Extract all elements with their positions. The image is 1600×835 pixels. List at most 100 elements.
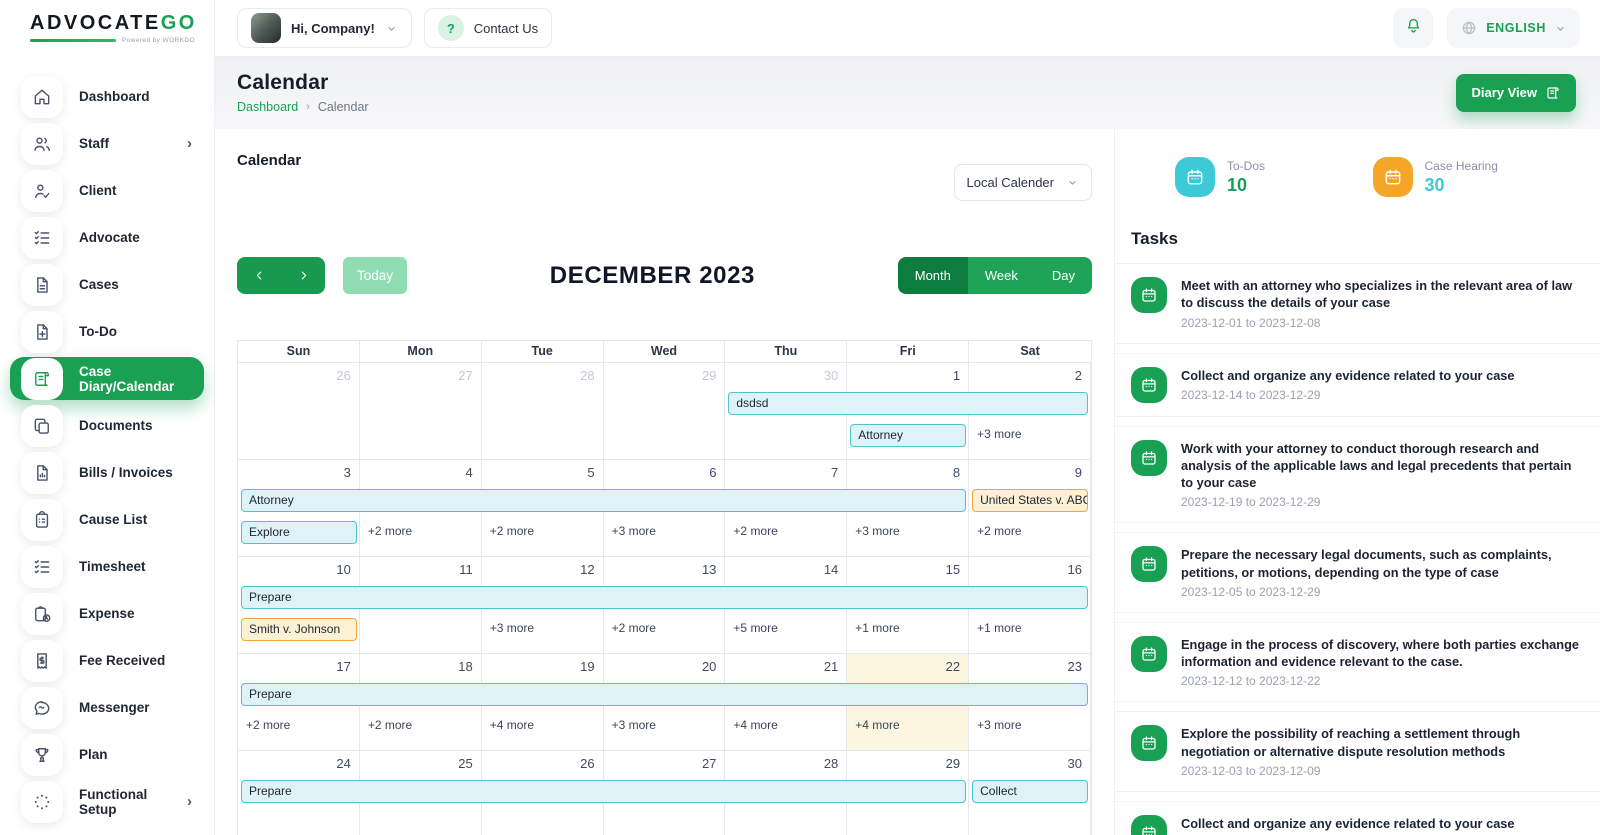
logo-tagline: Powered by WORKDO xyxy=(122,37,195,44)
sidebar-item-expense[interactable]: Expense xyxy=(10,592,204,635)
breadcrumb: Dashboard Calendar xyxy=(237,100,369,114)
sidebar-item-functional-setup[interactable]: Functional Setup› xyxy=(10,780,204,823)
sidebar-item-client[interactable]: Client xyxy=(10,169,204,212)
more-events-link[interactable]: +2 more xyxy=(977,524,1021,538)
view-week-button[interactable]: Week xyxy=(968,257,1035,294)
sidebar-item-documents[interactable]: Documents xyxy=(10,404,204,447)
more-events-link[interactable]: +4 more xyxy=(855,718,899,732)
sidebar-item-label: Advocate xyxy=(79,230,140,245)
view-month-button[interactable]: Month xyxy=(898,257,968,294)
more-events-link[interactable]: +2 more xyxy=(368,524,412,538)
right-panel: To-Dos10Case Hearing30 Tasks Meet with a… xyxy=(1115,129,1600,835)
more-events-link[interactable]: +2 more xyxy=(490,524,534,538)
sidebar-item-plan[interactable]: Plan xyxy=(10,733,204,776)
task-item[interactable]: Meet with an attorney who specializes in… xyxy=(1115,263,1600,344)
more-events-link[interactable]: +1 more xyxy=(977,621,1021,635)
sidebar-item-case-diary-calendar[interactable]: Case Diary/Calendar xyxy=(10,357,204,400)
task-item[interactable]: Explore the possibility of reaching a se… xyxy=(1115,711,1600,792)
calendar-event[interactable]: Attorney xyxy=(241,489,966,512)
more-events-link[interactable]: +3 more xyxy=(612,718,656,732)
more-events-link[interactable]: +3 more xyxy=(977,718,1021,732)
more-events-link[interactable]: +2 more xyxy=(612,621,656,635)
calendar-week-row: 17181920212223Prepare+2 more+2 more+4 mo… xyxy=(238,654,1091,751)
logo-text: ADVOCATEGO xyxy=(30,13,214,33)
sidebar-item-fee-received[interactable]: Fee Received xyxy=(10,639,204,682)
sidebar-item-messenger[interactable]: Messenger xyxy=(10,686,204,729)
task-title: Meet with an attorney who specializes in… xyxy=(1181,277,1584,312)
task-item[interactable]: Collect and organize any evidence relate… xyxy=(1115,353,1600,417)
diary-view-button[interactable]: Diary View xyxy=(1456,74,1576,112)
more-events-link[interactable]: +3 more xyxy=(977,427,1021,441)
sidebar-item-cases[interactable]: Cases xyxy=(10,263,204,306)
more-events-link[interactable]: +4 more xyxy=(733,718,777,732)
calendar-event[interactable]: Attorney xyxy=(850,424,966,447)
calendar-month-title: DECEMBER 2023 xyxy=(407,262,898,290)
more-events-link[interactable]: +3 more xyxy=(855,524,899,538)
clipboard-icon xyxy=(21,499,63,541)
notifications-button[interactable] xyxy=(1393,8,1433,48)
calendar-event[interactable]: Collect xyxy=(972,780,1088,803)
day-cell[interactable]: 29 xyxy=(604,363,726,459)
calendar-event[interactable]: Prepare xyxy=(241,586,1088,609)
calendar-grid: SunMonTueWedThuFriSat 262728293012dsdsdA… xyxy=(237,340,1092,835)
more-events-link[interactable]: +2 more xyxy=(368,718,412,732)
calendar-source-select[interactable]: Local Calender xyxy=(954,164,1092,201)
calendar-event[interactable]: Prepare xyxy=(241,683,1088,706)
task-text: Prepare the necessary legal documents, s… xyxy=(1181,546,1584,599)
sidebar-item-staff[interactable]: Staff› xyxy=(10,122,204,165)
calendar-event[interactable]: Prepare xyxy=(241,780,966,803)
task-dates: 2023-12-14 to 2023-12-29 xyxy=(1181,388,1515,402)
more-events-link[interactable]: +3 more xyxy=(490,621,534,635)
calendar-event[interactable]: Explore xyxy=(241,521,357,544)
next-month-button[interactable] xyxy=(281,257,325,294)
day-cell[interactable]: 27 xyxy=(360,363,482,459)
breadcrumb-separator-icon xyxy=(306,101,310,113)
stat-label: To-Dos xyxy=(1227,159,1265,173)
task-title: Collect and organize any evidence relate… xyxy=(1181,367,1515,384)
user-menu[interactable]: Hi, Company! xyxy=(237,8,412,48)
breadcrumb-dashboard-link[interactable]: Dashboard xyxy=(237,100,298,114)
main-area: Hi, Company! Contact Us ENGLISH Ca xyxy=(215,0,1600,835)
sidebar-item-label: Client xyxy=(79,183,117,198)
app-logo[interactable]: ADVOCATEGO Powered by WORKDO xyxy=(0,0,214,57)
view-day-button[interactable]: Day xyxy=(1035,257,1092,294)
more-events-link[interactable]: +1 more xyxy=(855,621,899,635)
day-cell[interactable]: 28 xyxy=(482,363,604,459)
sidebar-item-advocate[interactable]: Advocate xyxy=(10,216,204,259)
sidebar-item-timesheet[interactable]: Timesheet xyxy=(10,545,204,588)
calendar-icon xyxy=(1131,636,1167,672)
calendar-icon xyxy=(1131,367,1167,403)
day-cell[interactable]: 26 xyxy=(238,363,360,459)
language-selector[interactable]: ENGLISH xyxy=(1447,8,1580,48)
today-button[interactable]: Today xyxy=(343,257,407,294)
calendar-event[interactable]: Smith v. Johnson xyxy=(241,618,357,641)
prev-month-button[interactable] xyxy=(237,257,281,294)
calendar-nav-buttons xyxy=(237,257,325,294)
app-root: ADVOCATEGO Powered by WORKDO DashboardSt… xyxy=(0,0,1600,835)
more-events-link[interactable]: +2 more xyxy=(246,718,290,732)
calendar-event[interactable]: dsdsd xyxy=(728,392,1088,415)
day-header-tue: Tue xyxy=(482,341,604,362)
contact-us-button[interactable]: Contact Us xyxy=(424,8,552,48)
logo-sub: Powered by WORKDO xyxy=(30,37,214,44)
calendar-icon xyxy=(1131,546,1167,582)
question-icon xyxy=(438,15,464,41)
more-events-link[interactable]: +2 more xyxy=(733,524,777,538)
sidebar-item-bills-invoices[interactable]: Bills / Invoices xyxy=(10,451,204,494)
sidebar-item-cause-list[interactable]: Cause List xyxy=(10,498,204,541)
calendar-week-row: 24252627282930PrepareCollect xyxy=(238,751,1091,835)
sidebar-item-dashboard[interactable]: Dashboard xyxy=(10,75,204,118)
task-item[interactable]: Prepare the necessary legal documents, s… xyxy=(1115,532,1600,613)
logo-underline xyxy=(30,39,116,42)
calendar-week-row: 10111213141516PrepareSmith v. Johnson+3 … xyxy=(238,557,1091,654)
calendar-event[interactable]: United States v. ABC xyxy=(972,489,1088,512)
sidebar-item-to-do[interactable]: To-Do xyxy=(10,310,204,353)
more-events-link[interactable]: +4 more xyxy=(490,718,534,732)
task-item[interactable]: Collect and organize any evidence relate… xyxy=(1115,801,1600,835)
more-events-link[interactable]: +3 more xyxy=(612,524,656,538)
task-item[interactable]: Engage in the process of discovery, wher… xyxy=(1115,622,1600,703)
stat-text: Case Hearing30 xyxy=(1425,159,1498,196)
task-item[interactable]: Work with your attorney to conduct thoro… xyxy=(1115,426,1600,524)
more-events-link[interactable]: +5 more xyxy=(733,621,777,635)
logo-primary: ADVOCATE xyxy=(30,12,161,34)
